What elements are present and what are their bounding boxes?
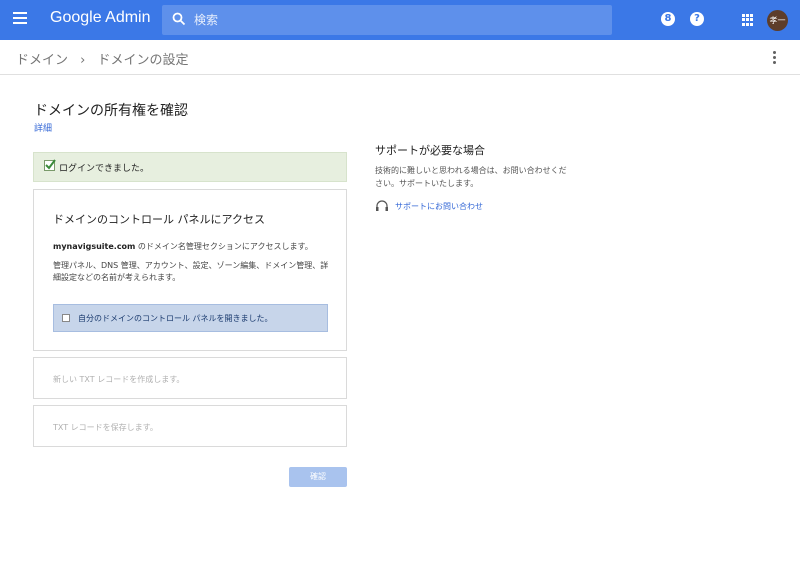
breadcrumb-item-domain-settings[interactable]: ドメインの設定 [98, 53, 189, 68]
breadcrumb-bar: ドメイン › ドメインの設定 [0, 40, 800, 75]
search-bar[interactable] [162, 5, 612, 35]
avatar[interactable]: 孝一 [767, 10, 788, 31]
support-title: サポートが必要な場合 [375, 144, 485, 157]
headset-icon [376, 200, 388, 211]
support-text: 技術的に難しいと思われる場合は、お問い合わせください。サポートいたします。 [375, 166, 567, 188]
step-text: TXT レコードを保存します。 [53, 423, 158, 432]
success-banner: ログインできました。 [33, 152, 347, 182]
step-card-create-txt: 新しい TXT レコードを作成します。 [33, 357, 347, 399]
more-options-icon[interactable] [773, 51, 777, 65]
success-message: ログインできました。 [59, 164, 150, 174]
apps-grid-icon[interactable] [742, 14, 754, 26]
step-instruction: mynavigsuite.com のドメイン名管理セクションにアクセスします。 [53, 241, 333, 252]
confirm-button[interactable]: 確認 [289, 467, 347, 487]
step-card-save-txt: TXT レコードを保存します。 [33, 405, 347, 447]
details-link[interactable]: 詳細 [34, 121, 52, 134]
checkmark-icon [44, 159, 56, 171]
control-panel-opened-checkbox[interactable]: 自分のドメインのコントロール パネルを開きました。 [53, 304, 328, 332]
step-heading: ドメインのコントロール パネルにアクセス [53, 213, 265, 226]
contact-support-label[interactable]: サポートにお問い合わせ [395, 201, 483, 212]
step-instruction-suffix: のドメイン名管理セクションにアクセスします。 [135, 242, 313, 251]
domain-name: mynavigsuite.com [53, 242, 136, 251]
step-card-control-panel: ドメインのコントロール パネルにアクセス mynavigsuite.com のド… [33, 189, 347, 351]
breadcrumb-separator: › [80, 53, 86, 68]
help-icon[interactable]: ? [690, 12, 704, 26]
checkbox-label: 自分のドメインのコントロール パネルを開きました。 [78, 314, 273, 323]
app-brand[interactable]: Google Admin [50, 9, 151, 27]
breadcrumb: ドメイン › ドメインの設定 [16, 49, 189, 68]
app-header: Google Admin 8 ? 孝一 [0, 0, 800, 40]
checkbox[interactable] [62, 314, 70, 322]
main-menu-icon[interactable] [13, 12, 27, 28]
breadcrumb-item-domain[interactable]: ドメイン [16, 53, 68, 68]
page-title: ドメインの所有権を確認 [34, 103, 188, 119]
search-input[interactable] [194, 10, 594, 30]
notifications-badge[interactable]: 8 [661, 12, 675, 26]
step-description: 管理パネル、DNS 管理、アカウント、設定、ゾーン編集、ドメイン管理、詳細設定な… [53, 261, 329, 282]
search-icon [172, 12, 186, 26]
step-text: 新しい TXT レコードを作成します。 [53, 375, 185, 384]
